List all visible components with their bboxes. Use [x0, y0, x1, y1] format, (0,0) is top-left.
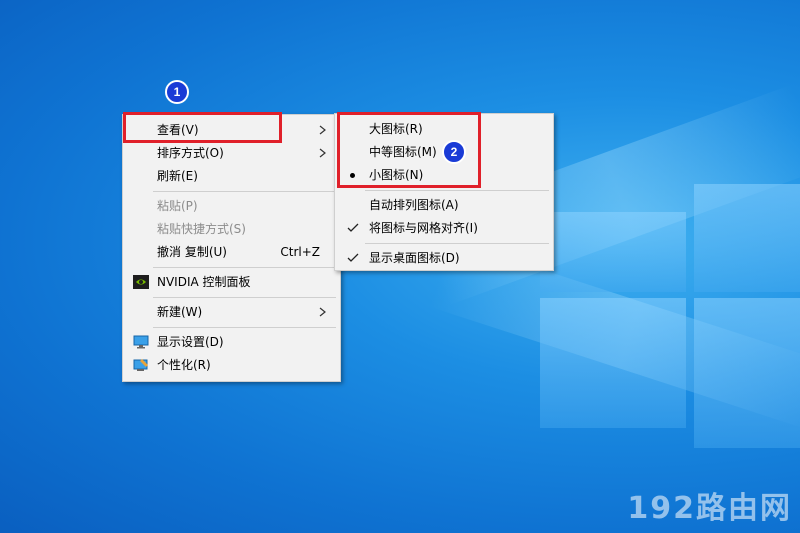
menu-item-new[interactable]: 新建(W) [123, 301, 340, 323]
menu-item-personalize[interactable]: 个性化(R) [123, 354, 340, 376]
menu-item-paste-shortcut: 粘贴快捷方式(S) [157, 222, 246, 236]
menu-item-undo-copy[interactable]: 撤消 复制(U) Ctrl+Z [123, 241, 340, 263]
display-settings-icon [133, 335, 149, 349]
chevron-right-icon [319, 125, 326, 135]
nvidia-icon [133, 275, 149, 289]
submenu-item-show-desktop-icons[interactable]: 显示桌面图标(D) [335, 247, 553, 269]
logo-pane [540, 212, 686, 292]
logo-pane [540, 298, 686, 428]
menu-item-refresh[interactable]: 刷新(E) [123, 165, 340, 187]
step-badge-1: 1 [165, 80, 189, 104]
menu-separator [153, 297, 336, 298]
shortcut-label: Ctrl+Z [280, 245, 320, 259]
menu-item-nvidia[interactable]: NVIDIA 控制面板 [123, 271, 340, 293]
menu-separator [153, 327, 336, 328]
submenu-item-align-to-grid[interactable]: 将图标与网格对齐(I) [335, 217, 553, 239]
chevron-right-icon [319, 307, 326, 317]
menu-separator [153, 191, 336, 192]
checkmark-icon [347, 253, 359, 262]
checkmark-icon [347, 223, 359, 232]
highlight-box-view [123, 112, 282, 143]
menu-separator [153, 267, 336, 268]
logo-pane [694, 298, 800, 448]
menu-item-display-settings[interactable]: 显示设置(D) [123, 331, 340, 353]
menu-separator [365, 243, 549, 244]
personalize-icon [133, 359, 148, 371]
menu-item-sort[interactable]: 排序方式(O) [123, 142, 340, 164]
menu-item-paste: 粘贴(P) [157, 199, 198, 213]
logo-pane [694, 184, 800, 292]
menu-separator [365, 190, 549, 191]
submenu-item-auto-arrange[interactable]: 自动排列图标(A) [335, 194, 553, 216]
desktop-context-menu: 查看(V) 排序方式(O) 刷新(E) 粘贴(P) 粘贴快捷方式(S) 撤消 复… [122, 114, 341, 382]
step-badge-2: 2 [442, 140, 466, 164]
chevron-right-icon [319, 148, 326, 158]
watermark: 192路由网 [627, 491, 792, 526]
